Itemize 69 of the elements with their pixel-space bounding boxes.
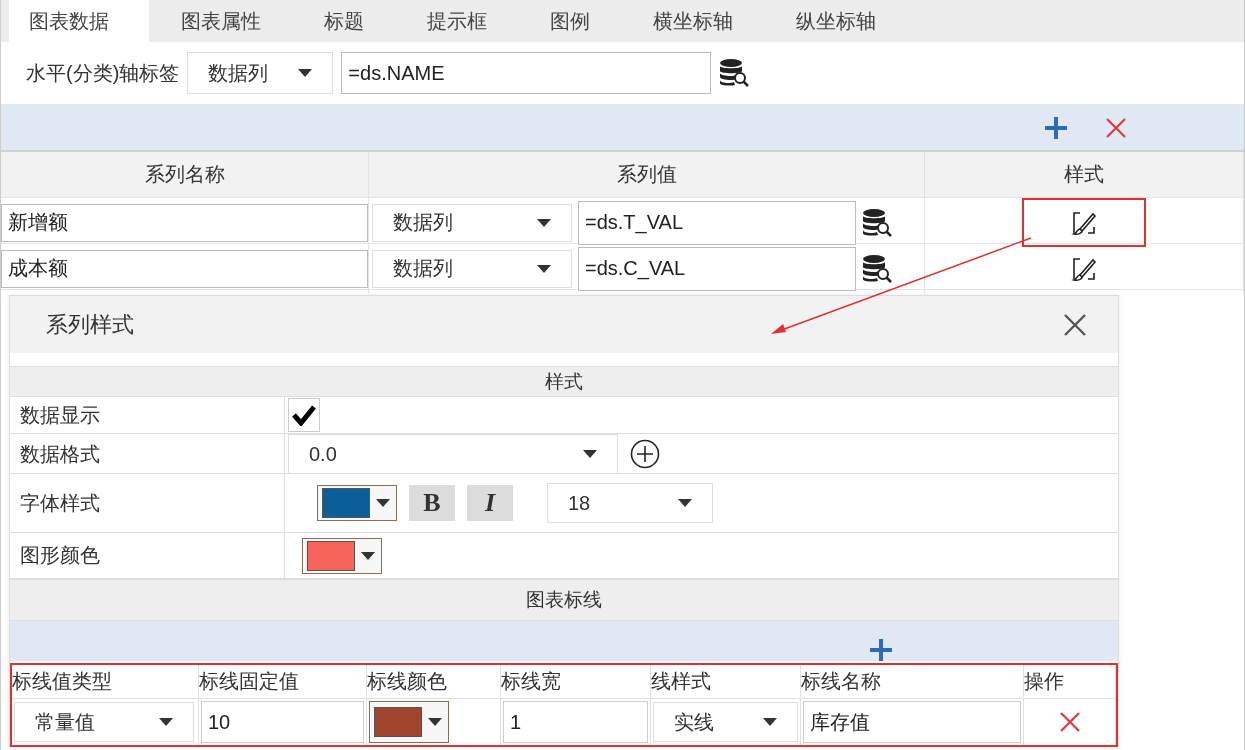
delete-icon[interactable] bbox=[1106, 117, 1126, 138]
column-header: 标线颜色 bbox=[367, 669, 447, 694]
source-select[interactable]: 数据列 bbox=[372, 203, 572, 242]
caret-icon bbox=[298, 69, 313, 77]
color-picker[interactable] bbox=[369, 701, 449, 743]
tab[interactable]: 提示框 bbox=[407, 0, 518, 42]
axis-label-text: 水平(分类)轴标签 bbox=[26, 60, 180, 86]
column-header: 标线名称 bbox=[801, 669, 881, 694]
caret-icon bbox=[678, 499, 692, 507]
name-field[interactable]: 库存值 bbox=[803, 701, 1021, 743]
column-header: 标线固定值 bbox=[199, 669, 299, 694]
column-header: 标线宽 bbox=[501, 669, 561, 694]
tab[interactable]: 横坐标轴 bbox=[633, 0, 764, 42]
caret-icon bbox=[159, 718, 173, 726]
type-select[interactable]: 常量值 bbox=[14, 702, 194, 742]
caret-icon bbox=[376, 499, 390, 507]
format-select[interactable]: 0.0 bbox=[288, 434, 618, 474]
section-title: 图表标线 bbox=[526, 588, 602, 612]
database-search-icon[interactable] bbox=[719, 58, 750, 88]
color-picker[interactable] bbox=[302, 537, 382, 574]
checkbox[interactable] bbox=[288, 398, 320, 432]
field-label: 数据显示 bbox=[10, 397, 285, 433]
add-circle-icon[interactable] bbox=[630, 439, 660, 469]
column-header: 线样式 bbox=[651, 669, 711, 694]
column-header: 样式 bbox=[1064, 162, 1104, 187]
section-title: 样式 bbox=[545, 369, 583, 394]
value-field[interactable]: 10 bbox=[201, 701, 364, 743]
add-icon[interactable] bbox=[1044, 115, 1068, 140]
column-header: 系列名称 bbox=[144, 162, 225, 187]
bold-button[interactable]: B bbox=[409, 485, 455, 521]
dialog-title: 系列样式 bbox=[46, 310, 134, 339]
brush-icon bbox=[1071, 255, 1097, 282]
column-header: 系列值 bbox=[616, 162, 677, 187]
source-select[interactable]: 数据列 bbox=[187, 52, 334, 94]
tab[interactable]: 图表属性 bbox=[161, 0, 292, 42]
field-label: 图形颜色 bbox=[10, 533, 285, 578]
database-search-icon[interactable] bbox=[862, 207, 892, 238]
checkmark-icon bbox=[292, 404, 316, 426]
caret-icon bbox=[583, 450, 597, 458]
value-field[interactable]: =ds.T_VAL bbox=[578, 200, 856, 245]
italic-button[interactable]: I bbox=[467, 485, 513, 521]
column-header: 标线值类型 bbox=[12, 669, 112, 694]
database-search-icon[interactable] bbox=[862, 253, 892, 284]
caret-icon bbox=[428, 718, 442, 726]
field-label: 数据格式 bbox=[10, 434, 285, 474]
tab[interactable]: 标题 bbox=[304, 0, 395, 42]
name-field[interactable]: 新增额 bbox=[1, 203, 368, 242]
delete-icon[interactable] bbox=[1059, 712, 1080, 732]
caret-icon bbox=[537, 264, 551, 273]
width-field[interactable]: 1 bbox=[503, 701, 648, 743]
close-icon[interactable] bbox=[1064, 313, 1086, 336]
tab[interactable]: 图例 bbox=[530, 0, 621, 42]
column-header: 操作 bbox=[1024, 669, 1064, 694]
caret-icon bbox=[361, 551, 375, 560]
tab[interactable]: 纵坐标轴 bbox=[776, 0, 907, 42]
style-button[interactable] bbox=[1022, 198, 1146, 247]
value-field[interactable]: =ds.NAME bbox=[341, 52, 712, 94]
value-field[interactable]: =ds.C_VAL bbox=[578, 246, 856, 291]
add-icon[interactable] bbox=[870, 639, 892, 661]
color-picker[interactable] bbox=[317, 485, 397, 521]
field-label: 字体样式 bbox=[10, 474, 285, 532]
caret-icon bbox=[537, 218, 551, 227]
caret-icon bbox=[763, 718, 777, 726]
source-select[interactable]: 数据列 bbox=[372, 249, 572, 288]
name-field[interactable]: 成本额 bbox=[1, 249, 368, 288]
brush-icon bbox=[1071, 209, 1097, 236]
style-select[interactable]: 实线 bbox=[653, 702, 798, 742]
tab[interactable]: 图表数据 bbox=[9, 0, 149, 42]
font-size-select[interactable]: 18 bbox=[547, 483, 713, 523]
